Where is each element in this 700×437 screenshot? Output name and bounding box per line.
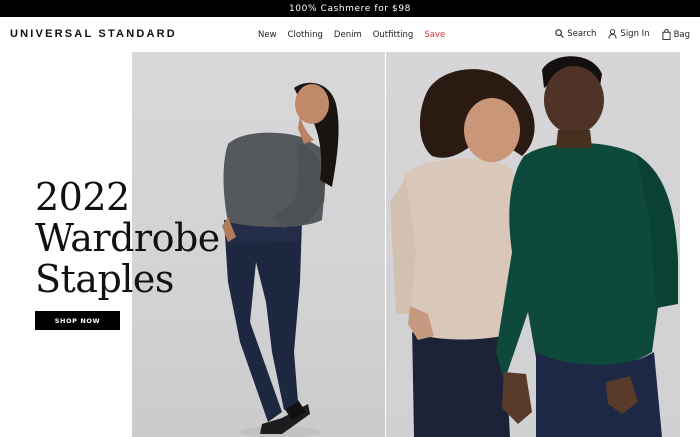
nav-item-save[interactable]: Save [424, 30, 445, 40]
nav-item-outfitting[interactable]: Outfitting [373, 30, 414, 40]
user-icon [608, 28, 617, 39]
brand-logo[interactable]: UNIVERSAL STANDARD [10, 28, 177, 40]
search-button[interactable]: Search [555, 29, 596, 39]
main-nav: New Clothing Denim Outfitting Save [258, 30, 456, 40]
promo-banner[interactable]: 100% Cashmere for $98 [0, 0, 700, 17]
search-label: Search [567, 28, 597, 39]
hero-headline: 2022 Wardrobe Staples [35, 177, 235, 300]
bag-label: Bag [673, 29, 690, 40]
sign-in-button[interactable]: Sign In [608, 28, 650, 39]
hero-right-margin [680, 52, 700, 437]
promo-text[interactable]: 100% Cashmere for $98 [289, 4, 411, 14]
search-icon [555, 29, 565, 38]
headline-line-1: 2022 [35, 175, 130, 219]
headline-line-3: Staples [35, 257, 174, 301]
site-header: UNIVERSAL STANDARD New Clothing Denim Ou… [0, 17, 700, 52]
bag-button[interactable]: Bag [662, 29, 690, 40]
models-beige-green-illustration [390, 56, 678, 437]
headline-line-2: Wardrobe [35, 216, 220, 260]
utility-nav: Search Sign In Bag [543, 28, 690, 40]
bag-icon [662, 29, 671, 40]
sign-in-label: Sign In [620, 28, 650, 39]
nav-item-new[interactable]: New [258, 30, 277, 40]
nav-item-denim[interactable]: Denim [334, 30, 362, 40]
hero-photo-two-models[interactable] [386, 52, 680, 437]
nav-item-clothing[interactable]: Clothing [288, 30, 323, 40]
shop-now-button[interactable]: SHOP NOW [35, 311, 120, 330]
